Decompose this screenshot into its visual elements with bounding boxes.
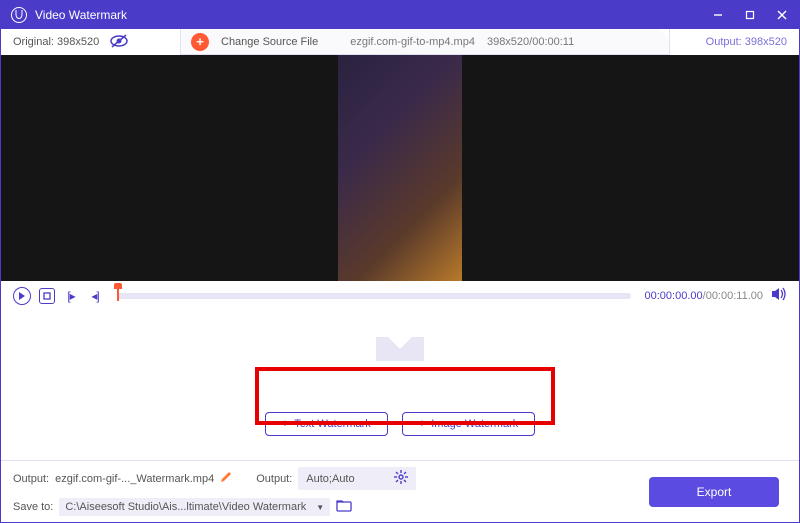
- video-frame[interactable]: [338, 55, 462, 281]
- chevron-down-icon: ▼: [316, 503, 324, 512]
- source-filename: ezgif.com-gif-to-mp4.mp4: [350, 36, 475, 48]
- total-time: /00:00:11.00: [703, 290, 763, 302]
- source-fileinfo: 398x520/00:00:11: [487, 36, 574, 48]
- timeline-slider[interactable]: [117, 293, 631, 299]
- output-settings-icon[interactable]: [394, 470, 408, 487]
- add-image-watermark-button[interactable]: + Image Watermark: [402, 412, 535, 436]
- output-dimensions-label: Output: 398x520: [706, 36, 787, 48]
- app-logo-icon: [11, 7, 27, 23]
- current-time: 00:00:00.00: [645, 290, 703, 302]
- export-button[interactable]: Export: [649, 477, 779, 507]
- output-file-label: Output:: [13, 473, 49, 485]
- edit-filename-icon[interactable]: [220, 471, 232, 486]
- preview-toggle-icon[interactable]: [109, 34, 129, 51]
- timeline-playhead[interactable]: [117, 287, 119, 301]
- output-format-label: Output:: [256, 473, 292, 485]
- save-to-label: Save to:: [13, 501, 53, 513]
- watermark-dropzone-icon: [370, 319, 430, 367]
- save-path-value: C:\Aiseesoft Studio\Ais...ltimate\Video …: [65, 501, 306, 513]
- change-source-label[interactable]: Change Source File: [221, 36, 318, 48]
- minimize-button[interactable]: [707, 4, 729, 26]
- close-button[interactable]: [771, 4, 793, 26]
- trim-start-button[interactable]: [▸: [63, 288, 79, 304]
- maximize-button[interactable]: [739, 4, 761, 26]
- stop-button[interactable]: [39, 288, 55, 304]
- original-dimensions-label: Original: 398x520: [13, 36, 99, 48]
- video-preview-area: [1, 55, 799, 281]
- output-format-value[interactable]: Auto;Auto: [306, 473, 386, 485]
- image-watermark-label: Image Watermark: [431, 418, 518, 430]
- save-path-dropdown[interactable]: C:\Aiseesoft Studio\Ais...ltimate\Video …: [59, 498, 330, 516]
- trim-end-button[interactable]: ◂]: [87, 288, 103, 304]
- window-title: Video Watermark: [35, 8, 707, 22]
- output-filename: ezgif.com-gif-..._Watermark.mp4: [55, 473, 214, 485]
- add-text-watermark-button[interactable]: + Text Watermark: [265, 412, 388, 436]
- volume-icon[interactable]: [771, 287, 787, 306]
- open-folder-icon[interactable]: [336, 499, 352, 515]
- plus-icon: +: [419, 418, 425, 430]
- text-watermark-label: Text Watermark: [294, 418, 371, 430]
- play-button[interactable]: [13, 287, 31, 305]
- plus-icon: +: [282, 418, 288, 430]
- add-source-icon[interactable]: +: [191, 33, 209, 51]
